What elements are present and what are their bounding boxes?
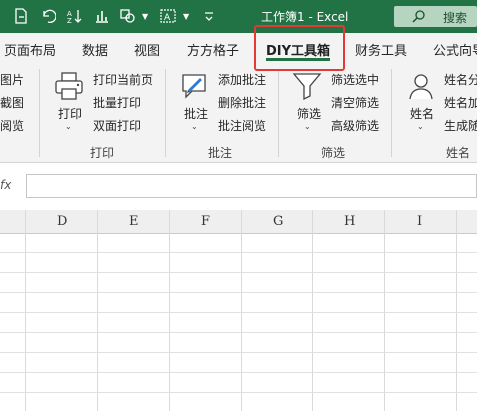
ribbon-item-screenshot[interactable]: 截图 — [0, 94, 24, 111]
grid-line — [0, 252, 477, 253]
text-box-icon[interactable]: A — [160, 8, 176, 24]
printer-icon[interactable] — [53, 70, 85, 102]
grid-line — [456, 210, 457, 411]
ribbon-separator — [165, 69, 166, 157]
filter-icon[interactable] — [291, 70, 323, 102]
filter-selected-button[interactable]: 筛选选中 — [331, 71, 379, 88]
title-bar: AZ ▼ A ▼ 工作簿1 - Excel 搜索 — [0, 0, 477, 33]
duplex-print-button[interactable]: 双面打印 — [93, 117, 141, 134]
ribbon-separator — [39, 69, 40, 157]
annotate-button[interactable]: 批注 — [184, 105, 208, 122]
tab-view[interactable]: 视图 — [134, 40, 160, 59]
chevron-down-icon[interactable]: ▼ — [142, 12, 148, 21]
ribbon-item-picture[interactable]: 图片 — [0, 71, 24, 88]
grid-line — [0, 272, 477, 273]
tab-finance-tools[interactable]: 财务工具 — [355, 40, 407, 59]
comment-icon[interactable] — [178, 70, 210, 102]
highlight-box — [254, 25, 345, 71]
advanced-filter-button[interactable]: 高级筛选 — [331, 117, 379, 134]
chevron-down-icon[interactable]: ⌄ — [304, 122, 311, 131]
search-label: 搜索 — [443, 11, 468, 25]
tab-page-layout[interactable]: 页面布局 — [4, 40, 56, 59]
batch-print-button[interactable]: 批量打印 — [93, 94, 141, 111]
tab-formula-wizard[interactable]: 公式向导 — [433, 40, 477, 59]
grid-line — [0, 332, 477, 333]
grid-line — [384, 210, 385, 411]
grid-line — [0, 352, 477, 353]
clear-filter-button[interactable]: 清空筛选 — [331, 94, 379, 111]
tab-data[interactable]: 数据 — [82, 40, 108, 59]
fx-icon[interactable]: fx — [0, 178, 11, 192]
group-label-name: 姓名 — [446, 146, 471, 160]
open-file-icon[interactable] — [13, 8, 29, 24]
grid-line — [97, 210, 98, 411]
add-comment-button[interactable]: 添加批注 — [218, 71, 266, 88]
chevron-down-icon[interactable]: ⌄ — [191, 122, 198, 131]
group-label-print: 打印 — [90, 146, 115, 160]
search-icon — [412, 10, 425, 23]
grid-line — [0, 372, 477, 373]
delete-comment-button[interactable]: 删除批注 — [218, 94, 266, 111]
name-add-button[interactable]: 姓名加 — [444, 94, 477, 111]
sort-icon[interactable]: AZ — [67, 8, 83, 24]
customize-qat-icon[interactable] — [201, 8, 217, 24]
ribbon-item-preview[interactable]: 阅览 — [0, 117, 24, 134]
chevron-down-icon[interactable]: ⌄ — [417, 122, 424, 131]
name-button[interactable]: 姓名 — [410, 105, 434, 122]
search-box[interactable]: 搜索 — [394, 6, 477, 27]
grid-line — [25, 210, 26, 411]
chevron-down-icon[interactable]: ⌄ — [65, 122, 72, 131]
column-header-f[interactable]: F — [201, 214, 210, 229]
chart-icon[interactable] — [94, 8, 110, 24]
group-label-annotate: 批注 — [208, 146, 233, 160]
column-header-g[interactable]: G — [273, 214, 283, 229]
generate-random-button[interactable]: 生成随 — [444, 117, 477, 134]
window-title: 工作簿1 - Excel — [261, 10, 349, 24]
column-header-h[interactable]: H — [344, 214, 355, 229]
print-current-page-button[interactable]: 打印当前页 — [93, 71, 153, 88]
column-header-d[interactable]: D — [57, 214, 67, 229]
grid-line — [241, 210, 242, 411]
grid-line — [0, 292, 477, 293]
ribbon-tabs: 页面布局 数据 视图 方方格子 DIY工具箱 财务工具 公式向导 — [0, 33, 477, 63]
ribbon-separator — [278, 69, 279, 157]
ribbon-separator — [391, 69, 392, 157]
svg-text:A: A — [164, 13, 171, 23]
chevron-down-icon[interactable]: ▼ — [183, 12, 189, 21]
column-header-row — [0, 210, 477, 234]
print-button[interactable]: 打印 — [58, 105, 82, 122]
name-split-button[interactable]: 姓名分 — [444, 71, 477, 88]
grid-line — [169, 210, 170, 411]
column-header-i[interactable]: I — [417, 214, 422, 229]
shapes-icon[interactable] — [120, 8, 136, 24]
filter-button[interactable]: 筛选 — [297, 105, 321, 122]
svg-text:Z: Z — [67, 17, 72, 24]
group-label-filter: 筛选 — [321, 146, 346, 160]
grid-line — [312, 210, 313, 411]
person-icon[interactable] — [405, 70, 437, 102]
grid-line — [0, 312, 477, 313]
grid-line — [0, 392, 477, 393]
column-header-e[interactable]: E — [129, 214, 139, 229]
review-comments-button[interactable]: 批注阅览 — [218, 117, 266, 134]
undo-icon[interactable] — [40, 8, 56, 24]
formula-input[interactable] — [26, 174, 477, 198]
tab-fangfang[interactable]: 方方格子 — [187, 40, 239, 59]
